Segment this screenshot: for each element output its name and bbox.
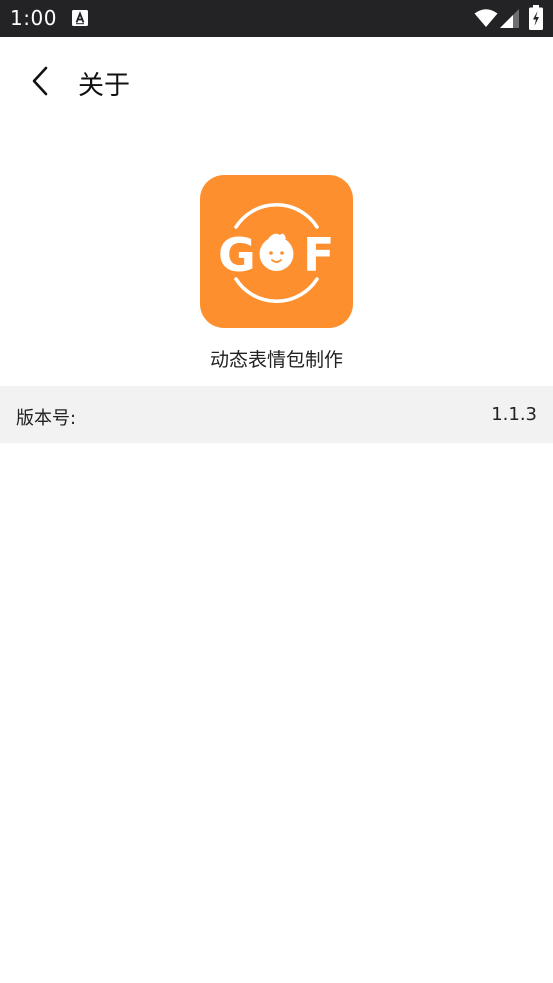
back-button[interactable] xyxy=(18,59,62,103)
status-time: 1:00 xyxy=(10,6,57,30)
logo-letter-f: F xyxy=(303,228,334,282)
app-logo: G F xyxy=(200,175,353,328)
a-box-icon xyxy=(72,10,88,26)
wifi-icon xyxy=(474,9,498,27)
chevron-left-icon xyxy=(32,66,48,96)
logo-letter-g: G xyxy=(218,228,256,282)
signal-icon xyxy=(500,9,519,28)
battery-icon xyxy=(529,5,543,30)
app-bar: 关于 xyxy=(0,37,553,127)
page-title: 关于 xyxy=(78,71,131,101)
gif-logo-icon: G F xyxy=(218,203,334,303)
version-value: 1.1.3 xyxy=(491,404,537,425)
version-label: 版本号: xyxy=(16,408,77,429)
app-name: 动态表情包制作 xyxy=(209,349,343,371)
status-bar: 1:00 xyxy=(0,0,553,37)
version-row: 版本号: 1.1.3 xyxy=(0,386,553,443)
